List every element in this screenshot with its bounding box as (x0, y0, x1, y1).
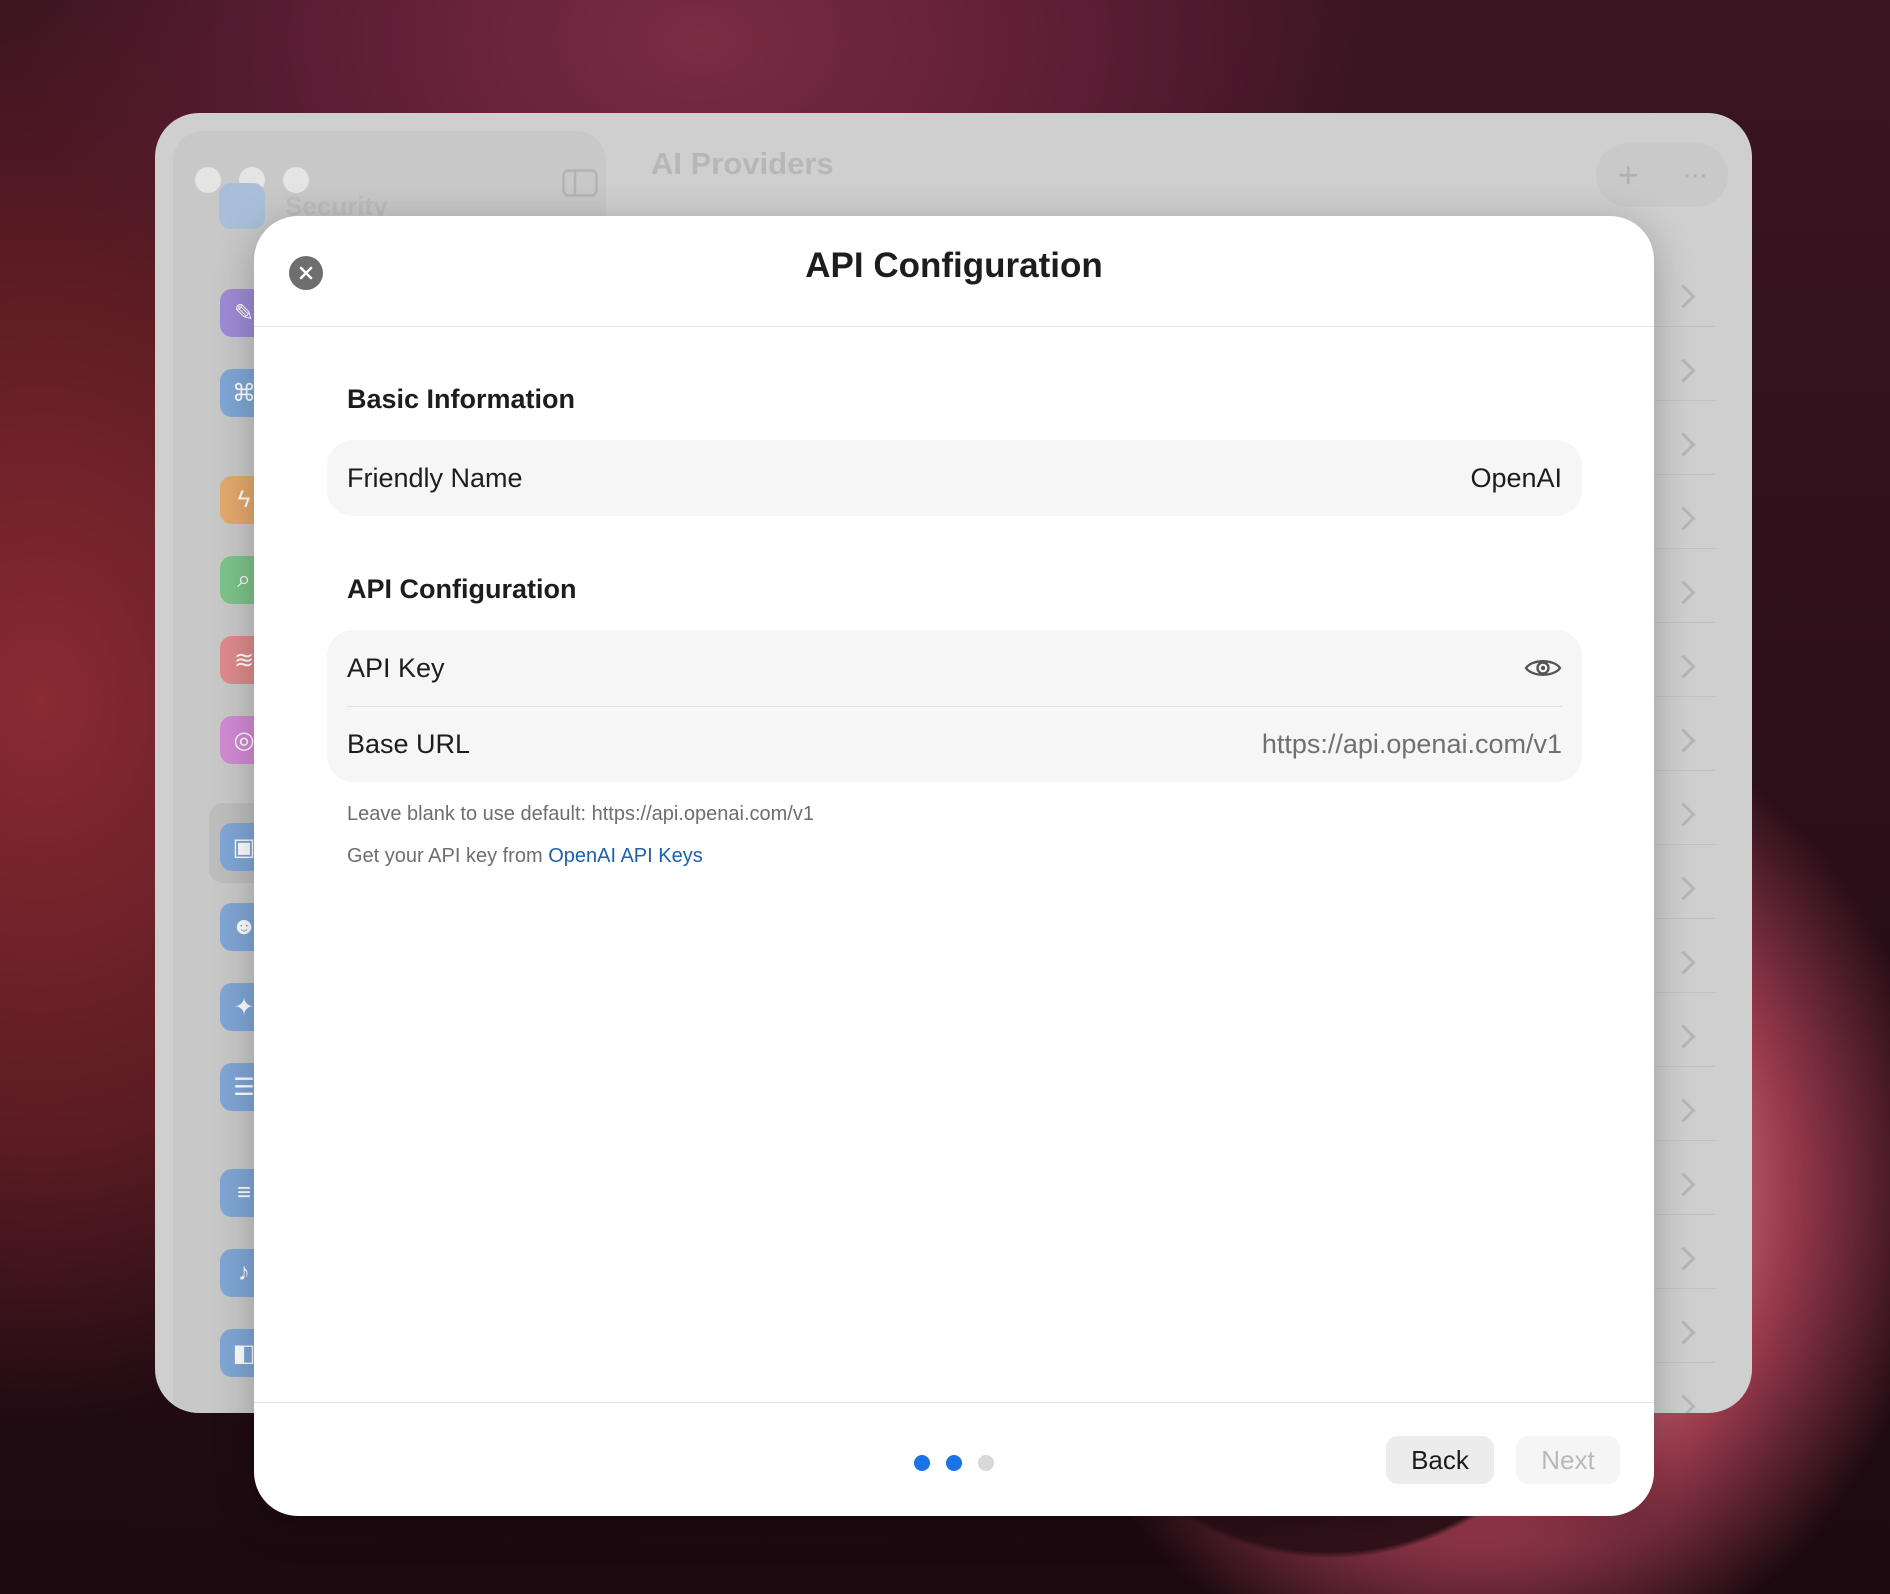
chevron-right-icon (1671, 1172, 1696, 1197)
row-divider (1655, 770, 1715, 771)
step-dot-2 (946, 1455, 962, 1471)
eye-icon[interactable] (1524, 656, 1562, 680)
row-divider (1655, 1362, 1715, 1363)
row-divider (1655, 1214, 1715, 1215)
openai-api-keys-link[interactable]: OpenAI API Keys (548, 845, 703, 867)
row-divider (1655, 696, 1715, 697)
api-key-hint: Get your API key from OpenAI API Keys (347, 845, 703, 868)
row-divider (1655, 844, 1715, 845)
friendly-name-row[interactable]: Friendly Name OpenAI (327, 440, 1582, 516)
add-icon: + (1617, 154, 1639, 195)
row-divider (1655, 918, 1715, 919)
back-button[interactable]: Back (1386, 1436, 1494, 1484)
base-url-row[interactable]: Base URL https://api.openai.com/v1 (327, 706, 1582, 782)
chevron-right-icon (1671, 506, 1696, 531)
base-url-field[interactable]: https://api.openai.com/v1 (1262, 729, 1562, 760)
row-divider (1655, 1066, 1715, 1067)
row-divider (1655, 400, 1715, 401)
chevron-right-icon (1671, 1394, 1696, 1413)
sidebar-toggle-icon (562, 169, 598, 197)
step-dot-1 (914, 1455, 930, 1471)
basic-information-heading: Basic Information (347, 384, 576, 414)
row-divider (1655, 1140, 1715, 1141)
chevron-right-icon (1671, 1246, 1696, 1271)
chevron-right-icon (1671, 728, 1696, 753)
friendly-name-field[interactable]: OpenAI (1470, 463, 1562, 494)
chevron-right-icon (1671, 1320, 1696, 1345)
friendly-name-label: Friendly Name (347, 462, 523, 493)
api-key-row[interactable]: API Key (327, 630, 1582, 706)
chevron-right-icon (1671, 432, 1696, 457)
row-divider (1655, 1288, 1715, 1289)
chevron-right-icon (1671, 358, 1696, 383)
api-key-label: API Key (347, 652, 445, 683)
api-configuration-group: API Key Base URL https://api.openai.com/… (327, 630, 1582, 782)
window-close-dot (195, 167, 221, 193)
api-configuration-sheet: API Configuration Basic Information Frie… (254, 216, 1654, 1516)
api-key-hint-text: Get your API key from (347, 845, 549, 867)
row-divider (1655, 326, 1715, 327)
sheet-title: API Configuration (805, 246, 1103, 285)
row-divider (1655, 992, 1715, 993)
next-button[interactable]: Next (1516, 1436, 1620, 1484)
sheet-footer: Back Next (254, 1402, 1654, 1516)
chevron-right-icon (1671, 876, 1696, 901)
basic-information-group: Friendly Name OpenAI (327, 440, 1582, 516)
chevron-right-icon (1671, 1098, 1696, 1123)
default-url-hint: Leave blank to use default: https://api.… (347, 803, 814, 825)
sheet-header: API Configuration (254, 216, 1654, 327)
step-dot-3 (978, 1455, 994, 1471)
row-divider (1655, 622, 1715, 623)
chevron-right-icon (1671, 654, 1696, 679)
api-configuration-heading: API Configuration (347, 574, 577, 604)
window-zoom-dot (283, 167, 309, 193)
chevron-right-icon (1671, 580, 1696, 605)
more-icon: ··· (1682, 158, 1708, 191)
chevron-right-icon (1671, 950, 1696, 975)
row-divider (1655, 474, 1715, 475)
chevron-right-icon (1671, 284, 1696, 309)
chevron-right-icon (1671, 802, 1696, 827)
background-toolbar: + ··· (1596, 143, 1728, 207)
chevron-right-icon (1671, 1024, 1696, 1049)
row-divider (1655, 548, 1715, 549)
base-url-label: Base URL (347, 728, 471, 759)
background-window-title: AI Providers (651, 146, 834, 181)
